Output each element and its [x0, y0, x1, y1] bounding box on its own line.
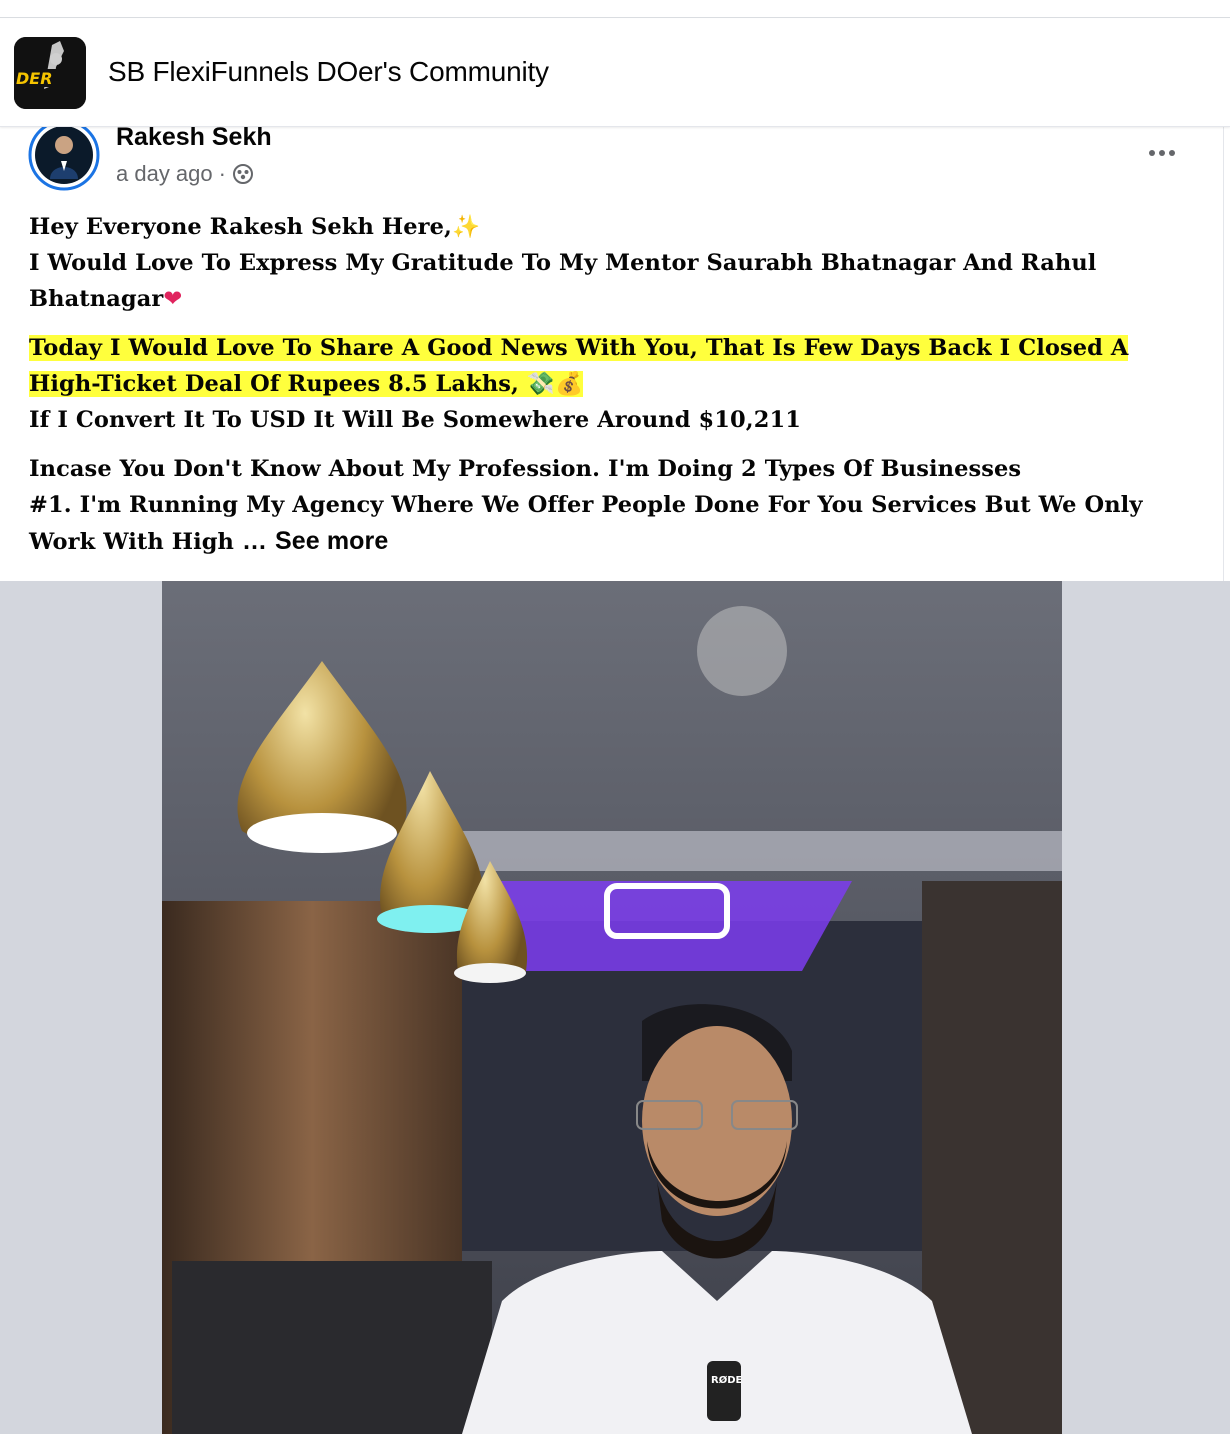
group-avatar[interactable]: DER	[14, 37, 86, 109]
group-audience-icon	[232, 164, 253, 184]
author-avatar[interactable]	[28, 119, 100, 191]
more-dot-icon	[1159, 150, 1165, 156]
post-meta: a day ago ·	[116, 161, 254, 187]
ellipsis: …	[241, 527, 268, 555]
post-line: If I Convert It To USD It Will Be Somewh…	[29, 407, 801, 433]
browser-top-strip	[0, 0, 1230, 18]
see-more-link[interactable]: See more	[275, 527, 388, 555]
post-line: Hey Everyone Rakesh Sekh Here,	[29, 214, 452, 240]
group-header: DER SB FlexiFunnels DOer's Community	[0, 19, 1230, 127]
post-line: Incase You Don't Know About My Professio…	[29, 456, 1022, 482]
sparkles-emoji-icon: ✨	[451, 214, 481, 240]
svg-text:RØDE: RØDE	[711, 1374, 743, 1386]
author-name[interactable]: Rakesh Sekh	[116, 123, 272, 152]
post-photo-image: RØDE	[162, 581, 1062, 1434]
post-paragraph-3: Incase You Don't Know About My Professio…	[29, 451, 1199, 560]
post-options-button[interactable]	[1140, 139, 1184, 167]
post-body: Hey Everyone Rakesh Sekh Here,✨ I Would …	[29, 209, 1199, 573]
svg-text:DER: DER	[16, 69, 53, 88]
more-dot-icon	[1169, 150, 1175, 156]
group-avatar-image: DER	[14, 37, 86, 109]
post-line: I Would Love To Express My Gratitude To …	[29, 250, 1097, 312]
post-paragraph-1: Hey Everyone Rakesh Sekh Here,✨ I Would …	[29, 209, 1199, 317]
meta-separator: ·	[218, 161, 226, 186]
post-timestamp[interactable]: a day ago	[116, 161, 213, 187]
post-paragraph-2: Today I Would Love To Share A Good News …	[29, 330, 1199, 438]
group-name[interactable]: SB FlexiFunnels DOer's Community	[108, 56, 549, 88]
post-media-area: RØDE	[0, 581, 1230, 1434]
heart-emoji-icon: ❤	[163, 286, 183, 312]
post-photo[interactable]: RØDE	[162, 581, 1062, 1434]
post-line: #1. I'm Running My Agency Where We Offer…	[29, 492, 1143, 555]
more-dot-icon	[1149, 150, 1155, 156]
money-emoji-icon: 💸💰	[526, 371, 584, 397]
post-card: Rakesh Sekh a day ago · Hey Everyone Rak…	[0, 119, 1224, 581]
